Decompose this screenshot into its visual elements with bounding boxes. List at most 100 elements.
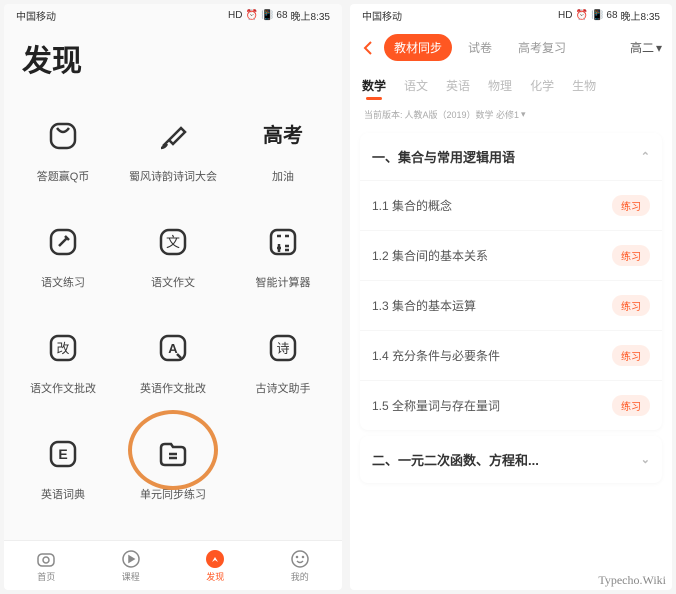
time-text: 晚上8:35 bbox=[291, 8, 330, 23]
section-row[interactable]: 1.3 集合的基本运算 练习 bbox=[360, 280, 662, 330]
top-bar: 教材同步 试卷 高考复习 高二 ▾ bbox=[350, 26, 672, 69]
svg-text:诗: 诗 bbox=[276, 341, 289, 356]
subject-physics[interactable]: 物理 bbox=[488, 69, 512, 102]
practice-button[interactable]: 练习 bbox=[612, 395, 650, 416]
version-selector[interactable]: 当前版本: 人教A版（2019）数学 必修1 ▾ bbox=[350, 102, 672, 127]
subject-chemistry[interactable]: 化学 bbox=[530, 69, 554, 102]
chapter-block-2: 二、一元二次函数、方程和... ⌄ bbox=[360, 436, 662, 483]
cell-qcoin[interactable]: 答题赢Q币 bbox=[8, 100, 118, 206]
tab-gaokao-review[interactable]: 高考复习 bbox=[508, 34, 576, 61]
vibrate-icon: 📳 bbox=[591, 10, 603, 21]
subject-biology[interactable]: 生物 bbox=[572, 69, 596, 102]
nav-course[interactable]: 课程 bbox=[89, 541, 174, 590]
nav-home[interactable]: 首页 bbox=[4, 541, 89, 590]
chapter-block-1: 一、集合与常用逻辑用语 ⌃ 1.1 集合的概念 练习 1.2 集合间的基本关系 … bbox=[360, 133, 662, 430]
cell-label: 单元同步练习 bbox=[140, 486, 206, 502]
cell-chinese-essay[interactable]: 文 语文作文 bbox=[118, 206, 228, 312]
section-name: 1.5 全称量词与存在量词 bbox=[372, 397, 500, 414]
cell-unit-sync-practice[interactable]: 单元同步练习 bbox=[118, 418, 228, 524]
smile-icon bbox=[290, 549, 310, 569]
subject-math[interactable]: 数学 bbox=[362, 69, 386, 102]
practice-button[interactable]: 练习 bbox=[612, 195, 650, 216]
cell-label: 蜀风诗韵诗词大会 bbox=[129, 168, 217, 184]
practice-button[interactable]: 练习 bbox=[612, 245, 650, 266]
carrier-text: 中国移动 bbox=[16, 8, 56, 23]
edit-icon bbox=[41, 220, 85, 264]
section-name: 1.2 集合间的基本关系 bbox=[372, 247, 488, 264]
section-name: 1.1 集合的概念 bbox=[372, 197, 452, 214]
gaokao-text-icon: 高考 bbox=[261, 114, 305, 158]
nav-label: 首页 bbox=[37, 570, 55, 583]
tab-papers[interactable]: 试卷 bbox=[458, 34, 502, 61]
compass-icon bbox=[205, 549, 225, 569]
cell-label: 答题赢Q币 bbox=[37, 168, 90, 184]
cell-gaokao[interactable]: 高考 加油 bbox=[228, 100, 338, 206]
section-name: 1.4 充分条件与必要条件 bbox=[372, 347, 500, 364]
watermark: Typecho.Wiki bbox=[598, 573, 666, 588]
subject-tabs: 数学 语文 英语 物理 化学 生物 bbox=[350, 69, 672, 102]
practice-button[interactable]: 练习 bbox=[612, 345, 650, 366]
svg-text:改: 改 bbox=[56, 341, 69, 356]
status-hd: HD bbox=[228, 10, 242, 21]
cell-calculator[interactable]: 智能计算器 bbox=[228, 206, 338, 312]
nav-discover[interactable]: 发现 bbox=[173, 541, 258, 590]
play-icon bbox=[121, 549, 141, 569]
version-prefix: 当前版本: bbox=[364, 108, 403, 121]
poem-icon: 诗 bbox=[261, 326, 305, 370]
folder-eq-icon bbox=[151, 432, 195, 476]
chapter-title: 二、一元二次函数、方程和... bbox=[372, 450, 539, 469]
battery-text: 68 bbox=[276, 10, 287, 21]
status-hd: HD bbox=[558, 10, 572, 21]
dict-icon: E bbox=[41, 432, 85, 476]
section-row[interactable]: 1.5 全称量词与存在量词 练习 bbox=[360, 380, 662, 430]
chapter-header[interactable]: 二、一元二次函数、方程和... ⌄ bbox=[360, 436, 662, 483]
screen-discover: 中国移动 HD ⏰ 📳 68 晚上8:35 发现 答题赢Q币 蜀 bbox=[4, 4, 342, 590]
cell-label: 语文作文 bbox=[151, 274, 195, 290]
status-right: HD ⏰ 📳 68 晚上8:35 bbox=[558, 8, 660, 23]
screen-sync-practice: 中国移动 HD ⏰ 📳 68 晚上8:35 教材同步 试卷 高考复习 高二 ▾ … bbox=[350, 4, 672, 590]
alarm-icon: ⏰ bbox=[576, 10, 588, 21]
grade-selector[interactable]: 高二 ▾ bbox=[630, 39, 662, 56]
cell-english-dict[interactable]: E 英语词典 bbox=[8, 418, 118, 524]
nav-mine[interactable]: 我的 bbox=[258, 541, 343, 590]
grade-label: 高二 bbox=[630, 39, 654, 56]
version-text: 人教A版（2019）数学 必修1 bbox=[405, 108, 520, 121]
subject-english[interactable]: 英语 bbox=[446, 69, 470, 102]
bottom-nav: 首页 课程 发现 我的 bbox=[4, 540, 342, 590]
cell-chinese-practice[interactable]: 语文练习 bbox=[8, 206, 118, 312]
back-button[interactable] bbox=[360, 39, 378, 57]
vibrate-icon: 📳 bbox=[261, 10, 273, 21]
nav-label: 我的 bbox=[291, 570, 309, 583]
section-row[interactable]: 1.4 充分条件与必要条件 练习 bbox=[360, 330, 662, 380]
essay-icon: 文 bbox=[151, 220, 195, 264]
subject-chinese[interactable]: 语文 bbox=[404, 69, 428, 102]
svg-text:E: E bbox=[58, 446, 67, 462]
cell-poetry-helper[interactable]: 诗 古诗文助手 bbox=[228, 312, 338, 418]
alarm-icon: ⏰ bbox=[246, 10, 258, 21]
section-row[interactable]: 1.2 集合间的基本关系 练习 bbox=[360, 230, 662, 280]
discover-grid: 答题赢Q币 蜀风诗韵诗词大会 高考 加油 语文练习 bbox=[4, 92, 342, 532]
camera-icon bbox=[36, 549, 56, 569]
pocket-icon bbox=[41, 114, 85, 158]
cell-label: 智能计算器 bbox=[255, 274, 310, 290]
correct-en-icon: A bbox=[151, 326, 195, 370]
practice-button[interactable]: 练习 bbox=[612, 295, 650, 316]
tab-textbook-sync[interactable]: 教材同步 bbox=[384, 34, 452, 61]
page-title: 发现 bbox=[4, 26, 342, 92]
section-row[interactable]: 1.1 集合的概念 练习 bbox=[360, 180, 662, 230]
chevron-down-icon: ⌄ bbox=[641, 453, 650, 466]
cell-chinese-essay-correct[interactable]: 改 语文作文批改 bbox=[8, 312, 118, 418]
nav-label: 发现 bbox=[206, 570, 224, 583]
cell-label: 语文练习 bbox=[41, 274, 85, 290]
chevron-down-icon: ▾ bbox=[521, 109, 526, 120]
status-bar: 中国移动 HD ⏰ 📳 68 晚上8:35 bbox=[4, 4, 342, 26]
chevron-up-icon: ⌃ bbox=[641, 150, 650, 163]
cell-poetry-contest[interactable]: 蜀风诗韵诗词大会 bbox=[118, 100, 228, 206]
brush-icon bbox=[151, 114, 195, 158]
section-name: 1.3 集合的基本运算 bbox=[372, 297, 476, 314]
carrier-text: 中国移动 bbox=[362, 8, 402, 23]
cell-english-essay-correct[interactable]: A 英语作文批改 bbox=[118, 312, 228, 418]
chapter-header[interactable]: 一、集合与常用逻辑用语 ⌃ bbox=[360, 133, 662, 180]
cell-label: 加油 bbox=[272, 168, 294, 184]
battery-text: 68 bbox=[606, 10, 617, 21]
